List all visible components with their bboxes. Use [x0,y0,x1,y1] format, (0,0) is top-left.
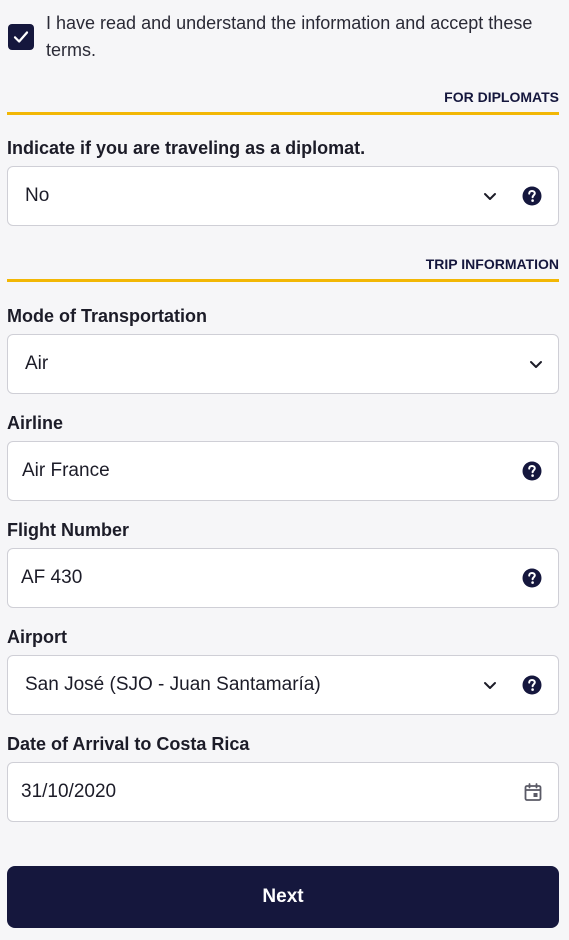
next-button[interactable]: Next [7,866,559,928]
chevron-down-icon [530,361,542,368]
help-icon[interactable] [522,568,542,588]
terms-acceptance[interactable]: I have read and understand the informati… [8,10,558,64]
help-icon[interactable] [522,461,542,481]
airport-select-value: San José (SJO - Juan Santamaría) [25,674,321,695]
chevron-down-icon [484,682,496,689]
check-icon [13,31,29,43]
airport-label: Airport [7,627,67,647]
terms-checkbox[interactable] [8,24,34,50]
chevron-down-icon [484,193,496,200]
airport-select[interactable]: San José (SJO - Juan Santamaría) [7,655,559,715]
diplomat-select[interactable]: No [7,166,559,226]
arrival-form-page: I have read and understand the informati… [0,0,569,940]
section-header-diplomats: FOR DIPLOMATS [7,89,559,115]
airline-input[interactable]: Air France [7,441,559,501]
calendar-icon[interactable] [523,782,543,802]
terms-text: I have read and understand the informati… [46,13,533,60]
diplomat-select-value: No [25,185,50,206]
airline-label: Airline [7,413,64,433]
transport-select-value: Air [25,353,49,374]
help-icon[interactable] [522,186,542,206]
arrival-date-input[interactable]: 31/10/2020 [7,762,559,822]
transport-select[interactable]: Air [7,334,559,394]
flight-number-input[interactable]: AF 430 [7,548,559,608]
diplomat-label: Indicate if you are traveling as a diplo… [7,138,366,158]
transport-label: Mode of Transportation [7,306,207,326]
section-header-trip: TRIP INFORMATION [7,256,559,282]
help-icon[interactable] [522,675,542,695]
airline-input-value: Air France [22,460,110,481]
flight-number-label: Flight Number [7,520,129,540]
arrival-date-input-value: 31/10/2020 [21,781,117,802]
flight-number-input-value: AF 430 [21,567,83,588]
arrival-date-label: Date of Arrival to Costa Rica [7,734,250,754]
